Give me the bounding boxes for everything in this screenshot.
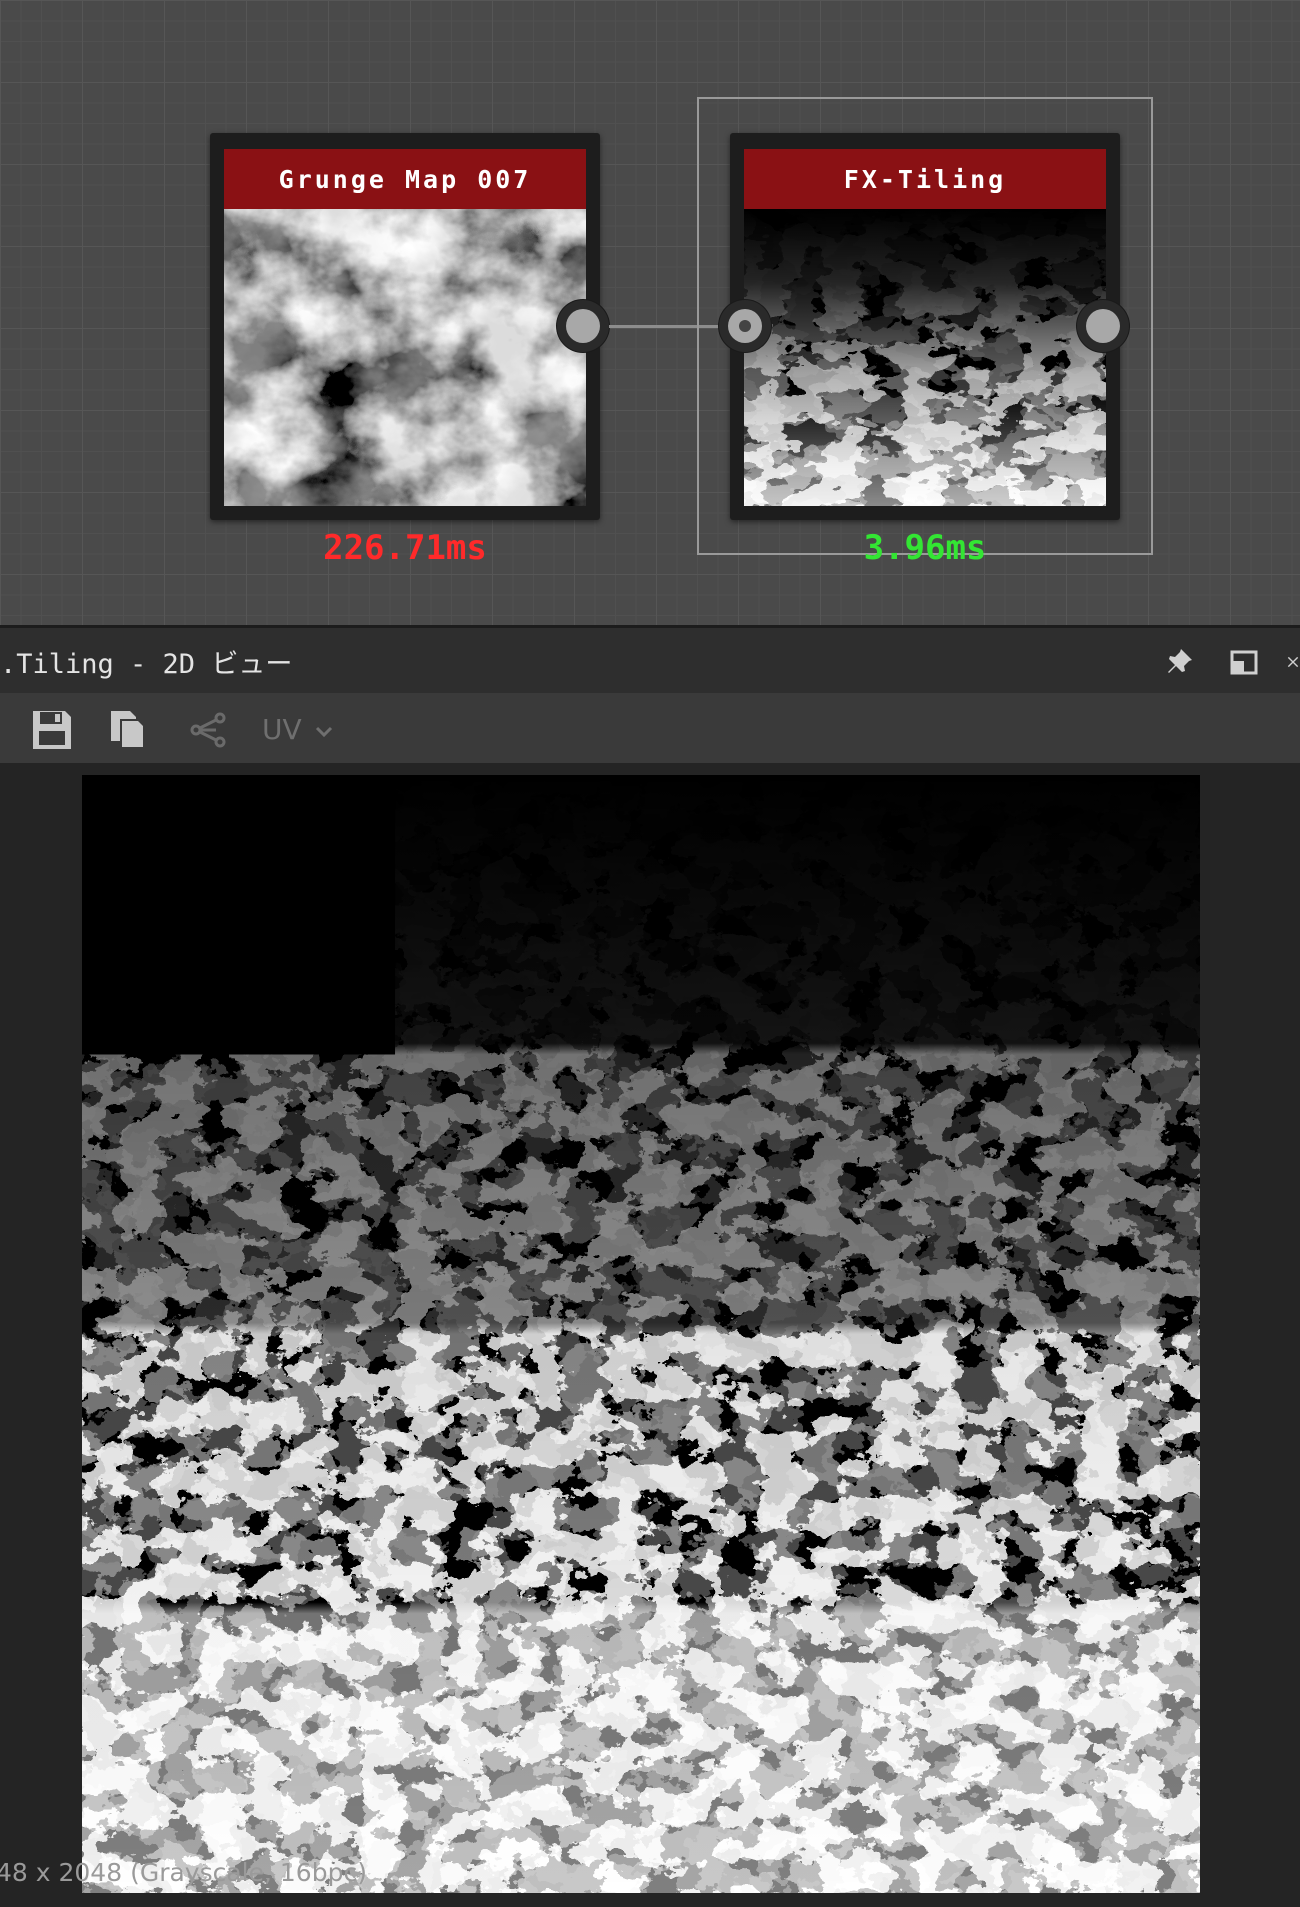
node-grunge-map[interactable]: Grunge Map 007 xyxy=(210,133,600,520)
resolution-info: 48 x 2048 (Grayscale, 16bpc) xyxy=(0,1858,367,1887)
save-icon[interactable] xyxy=(30,708,74,752)
output-port[interactable] xyxy=(557,300,609,352)
node-timing: 3.96ms xyxy=(863,528,987,568)
copy-icon[interactable] xyxy=(106,708,150,752)
input-port[interactable] xyxy=(719,300,771,352)
uv-dropdown[interactable]: UV xyxy=(262,708,334,750)
chevron-down-icon xyxy=(314,713,334,746)
panel-title: .Tiling - 2D ビュー xyxy=(0,649,293,680)
node-fx-tiling[interactable]: FX-Tiling xyxy=(730,133,1120,520)
close-icon[interactable] xyxy=(1286,644,1300,680)
output-port[interactable] xyxy=(1077,300,1129,352)
view-toolbar: UV xyxy=(0,693,1300,764)
node-thumbnail xyxy=(224,209,586,506)
node-title: FX-Tiling xyxy=(744,149,1106,209)
node-timing: 226.71ms xyxy=(323,528,487,568)
pin-icon[interactable] xyxy=(1161,644,1197,680)
node-thumbnail xyxy=(744,209,1106,506)
maximize-icon[interactable] xyxy=(1226,644,1262,680)
2d-viewport[interactable]: 48 x 2048 (Grayscale, 16bpc) xyxy=(0,763,1300,1907)
share-icon[interactable] xyxy=(186,708,230,752)
texture-preview xyxy=(82,775,1200,1893)
panel-titlebar: .Tiling - 2D ビュー xyxy=(0,625,1300,693)
node-title: Grunge Map 007 xyxy=(224,149,586,209)
node-graph[interactable]: Grunge Map 007 FX-Tiling 226.71ms 3.96ms xyxy=(0,0,1300,625)
uv-dropdown-label: UV xyxy=(262,712,302,746)
